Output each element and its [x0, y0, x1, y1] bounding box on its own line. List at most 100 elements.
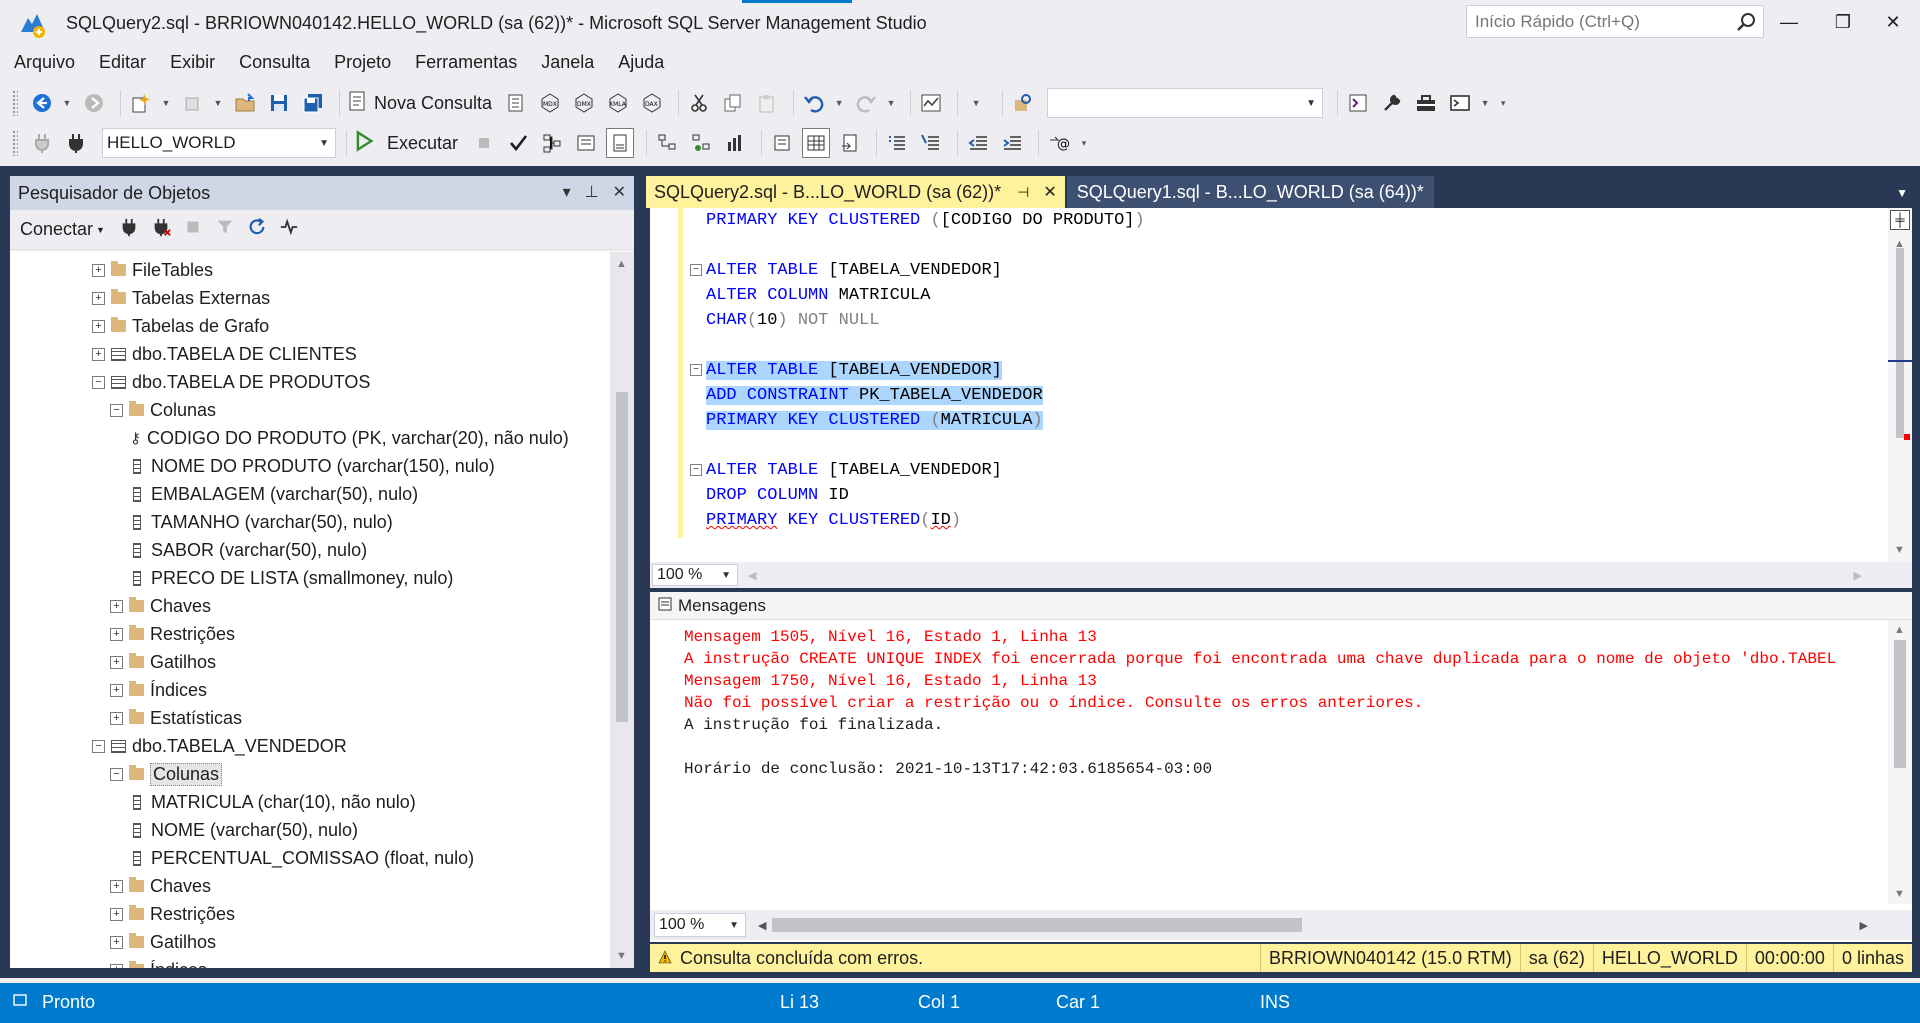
client-statistics-icon[interactable]: [721, 128, 749, 158]
intellisense-toggle-icon[interactable]: [606, 128, 635, 158]
split-handle-icon[interactable]: ╪: [1890, 210, 1910, 230]
find-in-files-icon[interactable]: [1009, 88, 1037, 118]
toolbox-icon[interactable]: [1412, 88, 1440, 118]
object-explorer-scrollbar[interactable]: ▲ ▼: [610, 252, 634, 968]
menu-ferramentas[interactable]: Ferramentas: [407, 50, 526, 78]
collapse-icon[interactable]: −: [110, 403, 123, 417]
toolbar-grip[interactable]: [12, 130, 18, 156]
tree-node-table[interactable]: − dbo.TABELA_VENDEDOR: [92, 732, 347, 760]
results-scrollbar[interactable]: ▲ ▼: [1888, 620, 1912, 904]
menu-arquivo[interactable]: Arquivo: [6, 50, 84, 78]
tree-node-table[interactable]: − dbo.TABELA DE PRODUTOS: [92, 368, 370, 396]
editor-scrollbar[interactable]: ╪ ▲ ▼: [1888, 208, 1912, 562]
expand-icon[interactable]: +: [110, 627, 123, 641]
execute-button[interactable]: Executar: [353, 128, 458, 158]
redo-dropdown-icon[interactable]: ▼: [886, 88, 896, 118]
tree-node-column[interactable]: PERCENTUAL_COMISSAO (float, nulo): [130, 844, 474, 872]
dax-icon[interactable]: DAX: [638, 88, 666, 118]
estimated-plan-icon[interactable]: [653, 128, 681, 158]
menu-ajuda[interactable]: Ajuda: [610, 50, 673, 78]
tree-node-column[interactable]: MATRICULA (char(10), não nulo): [130, 788, 416, 816]
expand-icon[interactable]: +: [110, 907, 123, 921]
tree-node-column[interactable]: NOME (varchar(50), nulo): [130, 816, 358, 844]
chevron-down-icon[interactable]: ▼: [1306, 98, 1316, 109]
tree-node-column[interactable]: TAMANHO (varchar(50), nulo): [130, 508, 393, 536]
new-project-icon[interactable]: [127, 88, 155, 118]
save-all-icon[interactable]: [299, 88, 327, 118]
activity-monitor-icon[interactable]: [917, 88, 945, 118]
minimize-button[interactable]: —: [1766, 4, 1812, 40]
tree-node-folder[interactable]: + Índices: [110, 956, 207, 968]
specify-template-values-icon[interactable]: @: [1045, 128, 1073, 158]
decrease-indent-icon[interactable]: [964, 128, 992, 158]
pin-icon[interactable]: ⊥: [585, 182, 599, 202]
properties-icon[interactable]: [1378, 88, 1406, 118]
expand-icon[interactable]: +: [110, 963, 123, 968]
fold-toggle[interactable]: −: [690, 464, 702, 476]
chevron-down-icon[interactable]: ▼: [729, 920, 739, 931]
new-query-button[interactable]: Nova Consulta: [346, 88, 492, 118]
scroll-up-icon[interactable]: ▲: [1894, 624, 1905, 636]
menu-exibir[interactable]: Exibir: [162, 50, 224, 78]
tree-node-folder[interactable]: + Gatilhos: [110, 928, 216, 956]
scrollbar-thumb[interactable]: [1894, 640, 1906, 768]
collapse-icon[interactable]: −: [92, 739, 105, 753]
mdx-icon[interactable]: MDX: [536, 88, 564, 118]
toolbar-grip[interactable]: [12, 90, 18, 116]
open-file-icon[interactable]: [231, 88, 259, 118]
scroll-right-icon[interactable]: ▶: [1854, 569, 1862, 582]
expand-icon[interactable]: +: [110, 935, 123, 949]
menu-consulta[interactable]: Consulta: [231, 50, 319, 78]
fold-toggle[interactable]: −: [690, 364, 702, 376]
tree-node-folder[interactable]: − Colunas: [110, 396, 216, 424]
find-combo[interactable]: ▼: [1047, 88, 1324, 118]
include-actual-plan-icon[interactable]: [687, 128, 715, 158]
expand-icon[interactable]: +: [92, 347, 105, 361]
config-dropdown-icon[interactable]: ▼: [964, 88, 988, 118]
back-dropdown-icon[interactable]: ▼: [62, 88, 72, 118]
tab-sqlquery2[interactable]: SQLQuery2.sql - B...LO_WORLD (sa (62))* …: [646, 176, 1065, 208]
sql-editor[interactable]: PRIMARY KEY CLUSTERED ([CODIGO DO PRODUT…: [650, 208, 1912, 562]
connect-button[interactable]: Conectar ▼: [20, 219, 105, 240]
close-icon[interactable]: ✕: [613, 182, 626, 202]
scroll-right-icon[interactable]: ▶: [1860, 919, 1868, 932]
tree-node-column[interactable]: NOME DO PRODUTO (varchar(150), nulo): [130, 452, 495, 480]
hscrollbar-thumb[interactable]: [772, 918, 1303, 932]
refresh-icon[interactable]: [247, 217, 267, 242]
scroll-down-icon[interactable]: ▼: [616, 950, 627, 962]
expand-icon[interactable]: +: [110, 655, 123, 669]
tree-node-folder[interactable]: − Colunas: [110, 760, 223, 788]
tree-node-folder[interactable]: + Restrições: [110, 900, 235, 928]
tree-node-folder[interactable]: + Tabelas de Grafo: [92, 312, 269, 340]
editor-zoom-selector[interactable]: 100 % ▼: [652, 564, 738, 586]
menu-projeto[interactable]: Projeto: [326, 50, 400, 78]
restore-button[interactable]: ❐: [1820, 4, 1866, 40]
tree-node-folder[interactable]: + FileTables: [92, 256, 213, 284]
expand-icon[interactable]: +: [92, 291, 105, 305]
dmx-icon[interactable]: DMX: [570, 88, 598, 118]
xmla-icon[interactable]: XMLA: [604, 88, 632, 118]
tree-node-folder[interactable]: + Chaves: [110, 592, 211, 620]
search-icon[interactable]: [1735, 11, 1757, 33]
tree-node-folder[interactable]: + Estatísticas: [110, 704, 242, 732]
scroll-down-icon[interactable]: ▼: [1894, 544, 1905, 556]
scrollbar-thumb[interactable]: [616, 392, 628, 722]
quick-launch[interactable]: [1466, 5, 1764, 38]
panel-menu-icon[interactable]: ▾: [563, 182, 571, 202]
filter-icon[interactable]: [215, 217, 235, 242]
parse-checkmark-icon[interactable]: [504, 128, 532, 158]
save-icon[interactable]: [265, 88, 293, 118]
scroll-left-icon[interactable]: ◀: [748, 569, 756, 582]
stop-icon[interactable]: [183, 217, 203, 242]
menu-editar[interactable]: Editar: [91, 50, 155, 78]
tree-node-folder[interactable]: + Tabelas Externas: [92, 284, 270, 312]
chevron-down-icon[interactable]: ▼: [721, 570, 731, 581]
uncomment-lines-icon[interactable]: [917, 128, 945, 158]
tree-node-folder[interactable]: + Gatilhos: [110, 648, 216, 676]
results-zoom-selector[interactable]: 100 % ▼: [654, 913, 746, 937]
expand-icon[interactable]: +: [92, 319, 105, 333]
expand-icon[interactable]: +: [110, 879, 123, 893]
tab-overflow-icon[interactable]: ▼: [1896, 186, 1908, 208]
connect-plug-icon[interactable]: [119, 217, 139, 242]
terminal-icon[interactable]: [1446, 88, 1474, 118]
